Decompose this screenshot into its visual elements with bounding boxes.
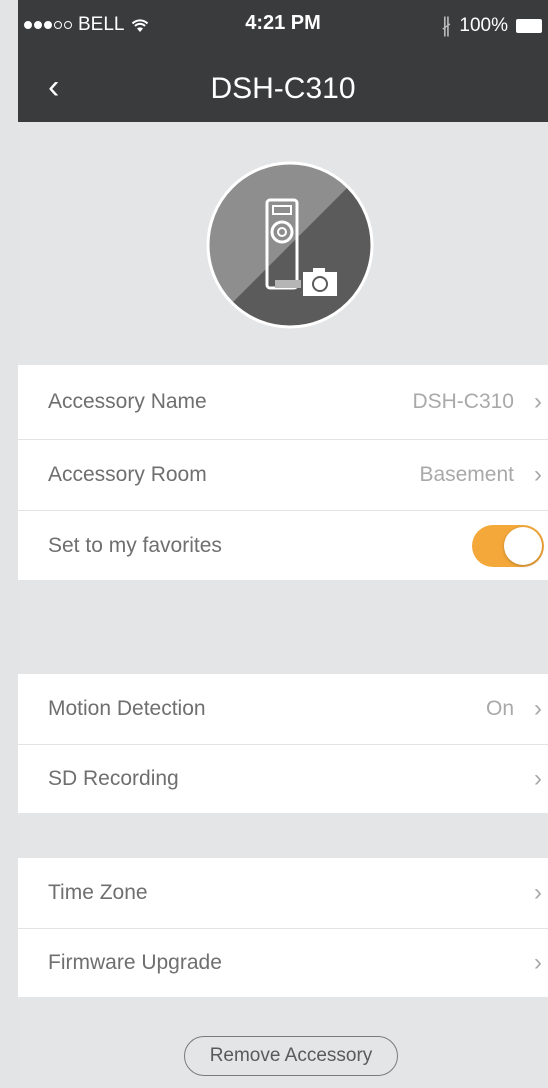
firmware-upgrade-row[interactable]: Firmware Upgrade › [18,929,548,997]
chevron-right-icon: › [534,879,542,906]
motion-detection-value: On [485,697,514,720]
status-bar: BELL 4:21 PM ∦ 100% [18,0,548,52]
accessory-name-value: DSH-C310 [412,390,514,413]
accessory-name-label: Accessory Name [48,390,207,413]
chevron-right-icon: › [534,765,542,792]
section-separator [18,813,548,858]
sd-recording-label: SD Recording [48,767,179,790]
remove-accessory-button[interactable]: Remove Accessory [184,1036,398,1076]
accessory-room-label: Accessory Room [48,463,207,486]
camera-device-icon [206,161,374,329]
firmware-upgrade-label: Firmware Upgrade [48,951,222,974]
nav-bar: ‹ DSH-C310 [18,52,548,122]
chevron-right-icon: › [534,949,542,976]
sd-recording-row[interactable]: SD Recording › [18,745,548,813]
favorites-toggle[interactable] [472,524,544,567]
time-zone-label: Time Zone [48,881,148,904]
chevron-right-icon: › [534,461,542,488]
device-hero [18,122,548,365]
favorites-row: Set to my favorites [18,511,548,580]
favorites-label: Set to my favorites [48,533,222,557]
time-zone-row[interactable]: Time Zone › [18,858,548,929]
page-title: DSH-C310 [210,72,356,105]
toggle-knob [504,526,542,565]
motion-detection-row[interactable]: Motion Detection On › [18,674,548,745]
accessory-room-value: Basement [419,463,514,486]
status-right: ∦ 100% [441,13,542,38]
chevron-right-icon: › [534,388,542,415]
battery-percent: 100% [459,14,508,36]
bluetooth-icon: ∦ [441,15,452,37]
motion-detection-label: Motion Detection [48,697,206,720]
battery-icon [516,18,542,33]
accessory-name-row[interactable]: Accessory Name DSH-C310 › [18,365,548,440]
settings-screen: BELL 4:21 PM ∦ 100% ‹ DSH-C310 Accessory… [18,0,548,1088]
chevron-right-icon: › [534,695,542,722]
accessory-room-row[interactable]: Accessory Room Basement › [18,440,548,511]
section-separator [18,580,548,674]
